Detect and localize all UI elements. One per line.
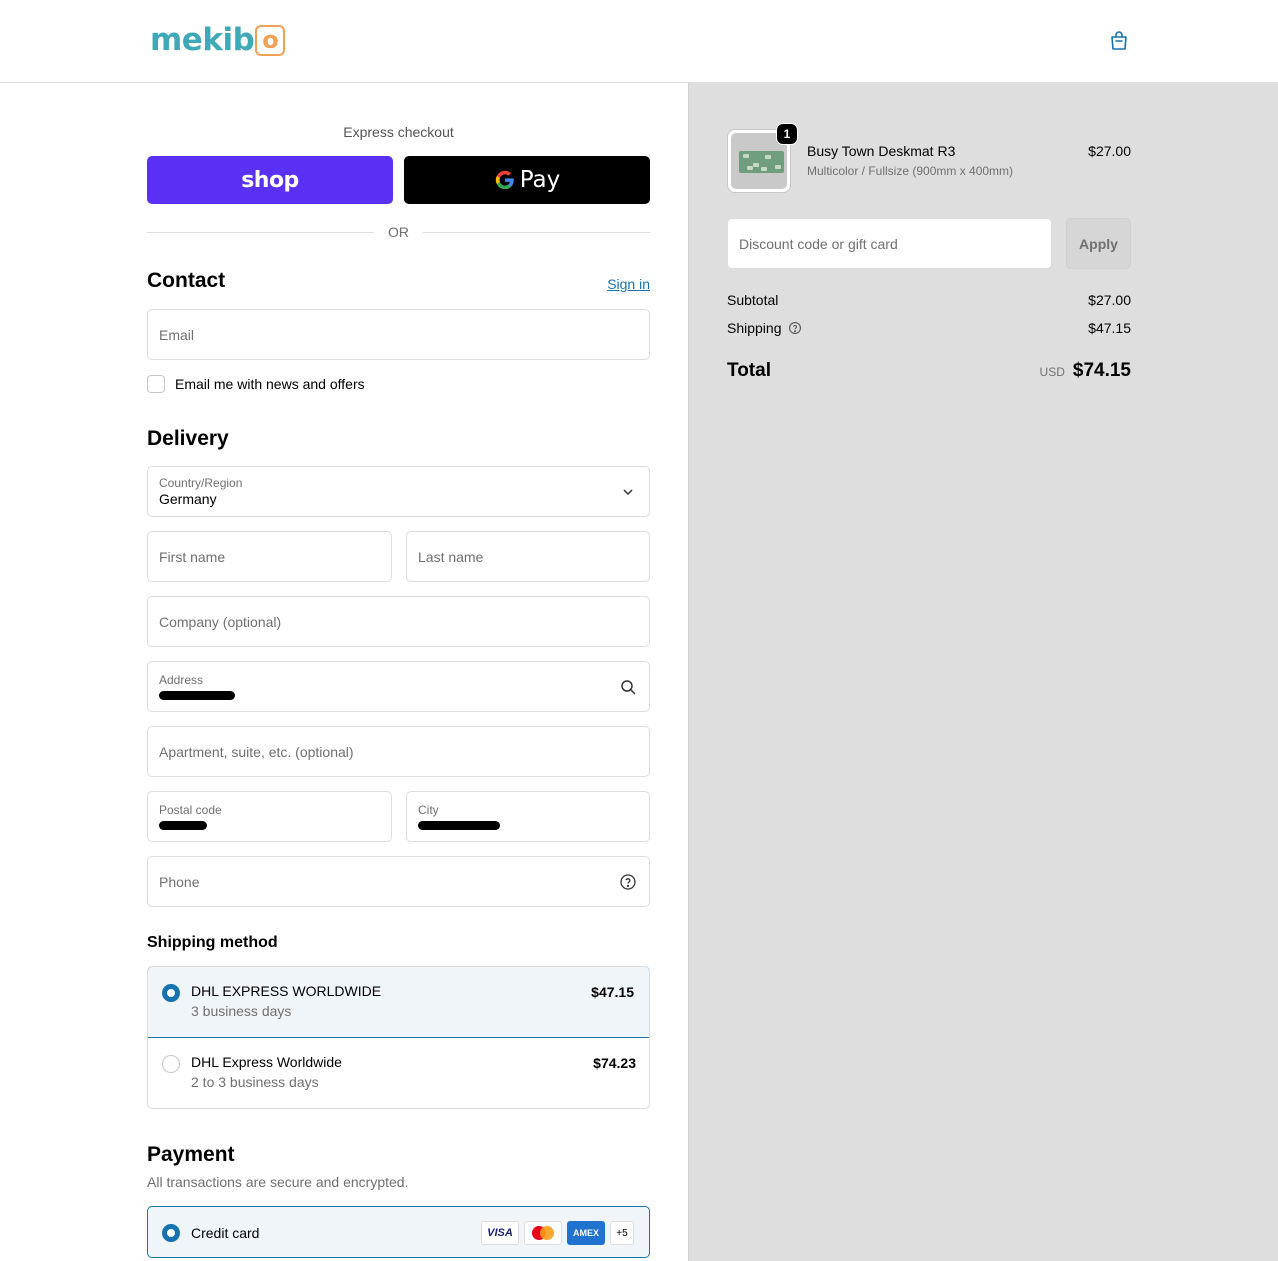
product-variant: Multicolor / Fullsize (900mm x 400mm)	[807, 164, 1014, 178]
google-g-icon	[495, 170, 514, 190]
express-checkout-label: Express checkout	[343, 124, 454, 140]
address-field[interactable]: Address	[147, 661, 650, 712]
redacted-city	[418, 821, 500, 830]
logo-text: mekib	[150, 22, 255, 58]
city-label: City	[418, 803, 439, 817]
radio-unselected[interactable]	[162, 1055, 180, 1073]
postal-code-label: Postal code	[159, 803, 222, 817]
first-name-placeholder: First name	[159, 548, 226, 565]
shipping-label: Shipping	[727, 320, 782, 336]
shipping-option-eta: 3 business days	[191, 1003, 292, 1019]
quantity-badge: 1	[776, 123, 798, 145]
newsletter-checkbox-row[interactable]: Email me with news and offers	[147, 375, 365, 393]
card-brands: VISA AMEX +5	[481, 1221, 634, 1245]
last-name-placeholder: Last name	[418, 548, 484, 565]
shipping-options: DHL EXPRESS WORLDWIDE 3 business days $4…	[147, 966, 650, 1109]
credit-card-option[interactable]: Credit card VISA AMEX +5	[147, 1206, 650, 1258]
shop-pay-label: shop	[241, 167, 299, 193]
apartment-placeholder: Apartment, suite, etc. (optional)	[159, 743, 354, 760]
shipping-value: $47.15	[1088, 320, 1131, 336]
redacted-address	[159, 691, 235, 700]
newsletter-label: Email me with news and offers	[175, 376, 365, 392]
apartment-field[interactable]: Apartment, suite, etc. (optional)	[147, 726, 650, 777]
phone-field[interactable]: Phone	[147, 856, 650, 907]
deskmat-image	[739, 151, 784, 173]
email-placeholder: Email	[159, 326, 195, 343]
product-price: $27.00	[1088, 143, 1131, 159]
company-field[interactable]: Company (optional)	[147, 596, 650, 647]
google-pay-label: Pay	[519, 167, 561, 193]
shipping-option-eta: 2 to 3 business days	[191, 1074, 319, 1090]
radio-selected[interactable]	[162, 984, 180, 1002]
shipping-option-price: $74.23	[593, 1055, 636, 1071]
help-circle-icon[interactable]	[788, 321, 802, 335]
shipping-option-dhl-express[interactable]: DHL EXPRESS WORLDWIDE 3 business days $4…	[148, 967, 649, 1038]
site-header: mekib o	[0, 0, 1278, 83]
newsletter-checkbox[interactable]	[147, 375, 165, 393]
company-placeholder: Company (optional)	[159, 613, 282, 630]
discount-code-input[interactable]: Discount code or gift card	[727, 218, 1052, 269]
shop-pay-button[interactable]: shop	[147, 156, 393, 204]
total-label: Total	[727, 360, 771, 381]
subtotal-row: Subtotal $27.00	[727, 292, 1131, 308]
subtotal-label: Subtotal	[727, 292, 779, 308]
total-row: Total USD $74.15	[727, 360, 1131, 382]
country-label: Country/Region	[159, 475, 243, 490]
or-label: OR	[388, 224, 409, 240]
shipping-row: Shipping $47.15	[727, 320, 1131, 336]
payment-subtitle: All transactions are secure and encrypte…	[147, 1174, 409, 1190]
apply-button[interactable]: Apply	[1066, 218, 1131, 269]
product-name: Busy Town Deskmat R3	[807, 143, 956, 159]
shopping-bag-icon[interactable]	[1107, 29, 1131, 53]
help-circle-icon[interactable]	[619, 873, 637, 891]
contact-heading: Contact	[147, 269, 226, 292]
address-label: Address	[159, 673, 204, 687]
discount-placeholder: Discount code or gift card	[739, 235, 898, 252]
currency-code: USD	[1039, 365, 1065, 379]
shipping-option-price: $47.15	[591, 984, 634, 1000]
email-field[interactable]: Email	[147, 309, 650, 360]
total-value: $74.15	[1072, 360, 1131, 381]
redacted-postal-code	[159, 821, 207, 830]
logo-o-box: o	[255, 24, 286, 56]
shipping-method-heading: Shipping method	[147, 934, 278, 951]
credit-card-label: Credit card	[191, 1225, 260, 1241]
amex-icon: AMEX	[567, 1221, 605, 1245]
country-value: Germany	[159, 490, 217, 507]
chevron-down-icon	[623, 488, 633, 495]
delivery-heading: Delivery	[147, 427, 229, 450]
shipping-option-dhl-worldwide[interactable]: DHL Express Worldwide 2 to 3 business da…	[148, 1038, 649, 1108]
city-field[interactable]: City	[406, 791, 650, 842]
first-name-field[interactable]: First name	[147, 531, 392, 582]
phone-placeholder: Phone	[159, 873, 200, 890]
shipping-option-name: DHL Express Worldwide	[191, 1054, 342, 1070]
google-pay-button[interactable]: Pay	[404, 156, 650, 204]
subtotal-value: $27.00	[1088, 292, 1131, 308]
sign-in-link[interactable]: Sign in	[607, 276, 650, 292]
or-divider: OR	[147, 223, 650, 241]
payment-heading: Payment	[147, 1143, 235, 1166]
postal-code-field[interactable]: Postal code	[147, 791, 392, 842]
visa-icon: VISA	[481, 1221, 519, 1245]
shipping-option-name: DHL EXPRESS WORLDWIDE	[191, 983, 382, 999]
radio-selected[interactable]	[162, 1224, 180, 1242]
search-icon	[621, 679, 636, 695]
last-name-field[interactable]: Last name	[406, 531, 650, 582]
mastercard-icon	[524, 1221, 562, 1245]
country-select[interactable]: Country/Region Germany	[147, 466, 650, 517]
more-cards-badge: +5	[610, 1221, 634, 1245]
mekibo-logo[interactable]: mekib o	[150, 20, 286, 60]
